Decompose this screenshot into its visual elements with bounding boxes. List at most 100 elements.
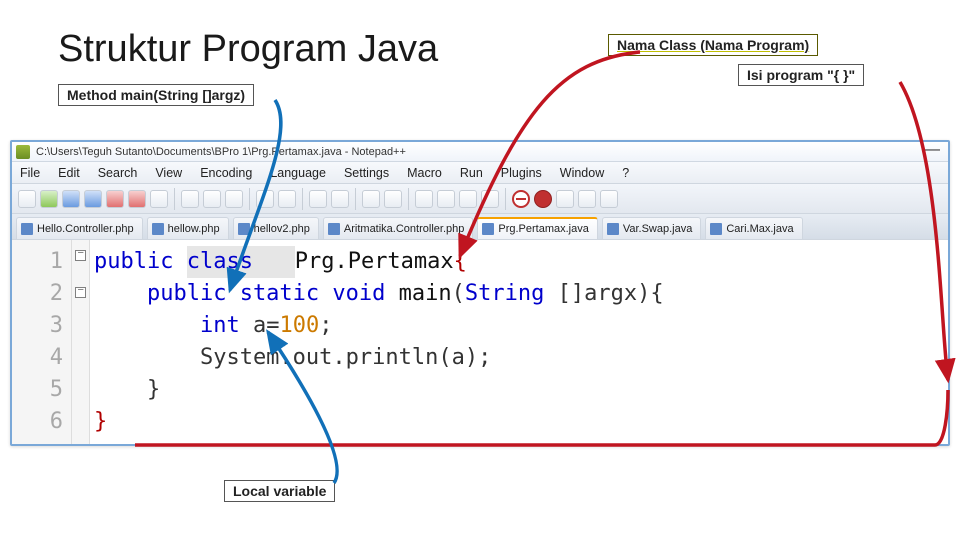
undo-icon[interactable] [256,190,274,208]
wrap-icon[interactable] [415,190,433,208]
file-icon [152,223,164,235]
copy-icon[interactable] [203,190,221,208]
menu-settings[interactable]: Settings [344,166,389,180]
playback-icon[interactable] [556,190,574,208]
annotation-class: Nama Class (Nama Program) [608,34,818,56]
file-icon [238,223,250,235]
separator [249,188,250,210]
print-icon[interactable] [150,190,168,208]
kw-psv: public static void [94,281,399,306]
kw-class: class [187,246,295,278]
line-number: 6 [12,406,63,438]
arg-argx: []argx [558,281,637,306]
indent-icon[interactable] [459,190,477,208]
indent [94,313,200,338]
zoom-in-icon[interactable] [362,190,380,208]
tab-label: Aritmatika.Controller.php [344,223,464,235]
menu-plugins[interactable]: Plugins [501,166,542,180]
open-brace: { [454,249,467,274]
class-name: Prg.Pertamax [295,249,454,274]
menu-language[interactable]: Language [270,166,326,180]
zoom-out-icon[interactable] [384,190,402,208]
menu-window[interactable]: Window [560,166,604,180]
annotation-isi: Isi program "{ }" [738,64,864,86]
line-number: 3 [12,310,63,342]
tab-var-swap[interactable]: Var.Swap.java [602,217,702,239]
file-icon [710,223,722,235]
annotation-method: Method main(String []argz) [58,84,254,106]
menu-encoding[interactable]: Encoding [200,166,252,180]
fold-icon[interactable] [481,190,499,208]
file-icon [328,223,340,235]
menu-file[interactable]: File [20,166,40,180]
close-brace-outer: } [94,409,107,434]
menu-run[interactable]: Run [460,166,483,180]
tab-aritmatika[interactable]: Aritmatika.Controller.php [323,217,473,239]
paren-open: ( [452,281,465,306]
tab-prg-pertamax[interactable]: Prg.Pertamax.java [477,217,597,239]
tab-hellov2[interactable]: hellov2.php [233,217,319,239]
fold-gutter [72,240,90,444]
separator [302,188,303,210]
replace-icon[interactable] [331,190,349,208]
all-chars-icon[interactable] [437,190,455,208]
minimize-icon[interactable]: — [924,141,940,159]
tab-cari-max[interactable]: Cari.Max.java [705,217,802,239]
tab-label: hellow.php [168,223,220,235]
line-gutter: 1 2 3 4 5 6 [12,240,72,444]
type-string: String [465,281,558,306]
var-a: a= [253,313,280,338]
literal-100: 100 [279,313,319,338]
menu-edit[interactable]: Edit [58,166,80,180]
separator [174,188,175,210]
menu-search[interactable]: Search [98,166,138,180]
app-icon [16,145,30,159]
println-line: System.out.println(a); [94,345,491,370]
find-icon[interactable] [309,190,327,208]
line-number: 1 [12,246,63,278]
menu-help[interactable]: ? [622,166,629,180]
play-multi-icon[interactable] [578,190,596,208]
new-file-icon[interactable] [18,190,36,208]
tab-label: Prg.Pertamax.java [498,223,588,235]
redo-icon[interactable] [278,190,296,208]
cut-icon[interactable] [181,190,199,208]
stop-record-icon[interactable] [512,190,530,208]
save-all-icon[interactable] [84,190,102,208]
menu-view[interactable]: View [155,166,182,180]
window-title: C:\Users\Teguh Sutanto\Documents\BPro 1\… [36,146,406,158]
titlebar: C:\Users\Teguh Sutanto\Documents\BPro 1\… [12,142,948,162]
type-int: int [200,313,253,338]
code-text[interactable]: public class Prg.Pertamax{ public static… [90,240,948,444]
menu-macro[interactable]: Macro [407,166,442,180]
tab-label: Var.Swap.java [623,223,693,235]
separator [355,188,356,210]
fold-icon[interactable] [75,250,86,261]
line-number: 4 [12,342,63,374]
separator [505,188,506,210]
file-icon [21,223,33,235]
kw-public: public [94,249,187,274]
separator [408,188,409,210]
code-area: 1 2 3 4 5 6 public class Prg.Pertamax{ p… [12,240,948,444]
tab-bar: Hello.Controller.php hellow.php hellov2.… [12,214,948,240]
tab-hello-controller[interactable]: Hello.Controller.php [16,217,143,239]
close-icon[interactable] [106,190,124,208]
paste-icon[interactable] [225,190,243,208]
tab-label: hellov2.php [254,223,310,235]
line-number: 5 [12,374,63,406]
save-icon[interactable] [62,190,80,208]
method-main: main [399,281,452,306]
save-macro-icon[interactable] [600,190,618,208]
tab-hellow[interactable]: hellow.php [147,217,229,239]
slide-title: Struktur Program Java [58,28,438,71]
open-file-icon[interactable] [40,190,58,208]
file-icon [482,223,494,235]
line-number: 2 [12,278,63,310]
paren-close: ) [637,281,650,306]
close-all-icon[interactable] [128,190,146,208]
close-brace-inner: } [94,377,160,402]
record-icon[interactable] [534,190,552,208]
semicolon: ; [319,313,332,338]
fold-icon[interactable] [75,287,86,298]
